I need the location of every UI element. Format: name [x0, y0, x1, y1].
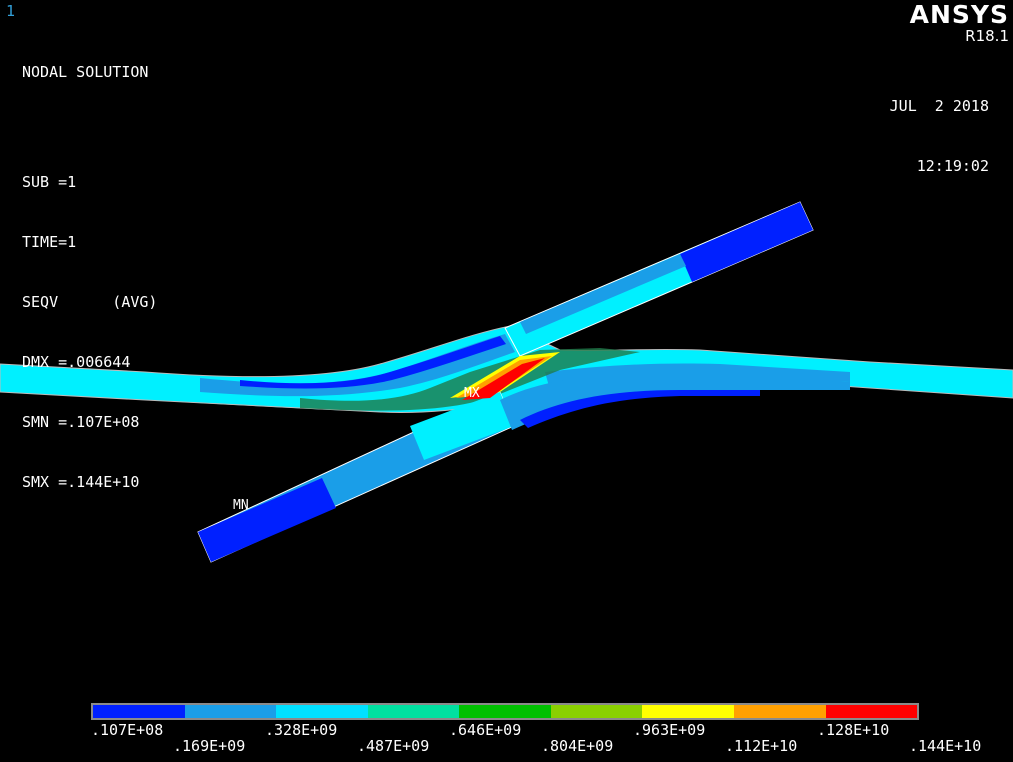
- info-smx: SMX =.144E+10: [22, 473, 140, 491]
- legend-tick-label: .963E+09: [633, 721, 706, 739]
- stamp-time: 12:19:02: [916, 157, 989, 175]
- contour-legend: [91, 703, 919, 720]
- solution-info: NODAL SOLUTION SUB =1 TIME=1 SEQV (AVG) …: [22, 22, 157, 512]
- legend-swatch: [93, 705, 185, 718]
- legend-swatch: [642, 705, 734, 718]
- inclined-plate-upper-blue: [680, 202, 813, 282]
- window-number: 1: [6, 2, 16, 20]
- info-sub: SUB =1: [22, 173, 77, 191]
- legend-tick-label: .169E+09: [173, 737, 246, 755]
- legend-tick-label: .107E+08: [91, 721, 164, 739]
- legend-swatch: [367, 705, 460, 718]
- min-marker: MN: [233, 498, 249, 513]
- ansys-logo: ANSYS R18.1: [910, 0, 1009, 44]
- legend-tick-label: .804E+09: [541, 737, 614, 755]
- brand-version: R18.1: [965, 27, 1009, 45]
- inclined-plate-lower-blue: [198, 478, 336, 562]
- legend-swatch: [733, 705, 826, 718]
- info-smn: SMN =.107E+08: [22, 413, 140, 431]
- brand-name: ANSYS: [909, 0, 1009, 29]
- info-result: SEQV (AVG): [22, 293, 158, 311]
- timestamp: JUL 2 2018 12:19:02: [890, 56, 989, 196]
- legend-tick-label: .128E+10: [817, 721, 890, 739]
- legend-tick-label: .112E+10: [725, 737, 798, 755]
- legend-tick-label: .646E+09: [449, 721, 522, 739]
- solution-title: NODAL SOLUTION: [22, 63, 149, 81]
- legend-swatch: [825, 705, 918, 718]
- legend-swatch: [550, 705, 643, 718]
- legend-tick-label: .328E+09: [265, 721, 338, 739]
- legend-tick-label: .487E+09: [357, 737, 430, 755]
- max-marker: MX: [464, 386, 480, 401]
- legend-tick-label: .144E+10: [909, 737, 982, 755]
- legend-swatch: [459, 705, 551, 718]
- info-time: TIME=1: [22, 233, 77, 251]
- info-dmx: DMX =.006644: [22, 353, 131, 371]
- legend-swatch: [184, 705, 277, 718]
- stamp-date: JUL 2 2018: [889, 97, 989, 115]
- legend-swatch: [276, 705, 368, 718]
